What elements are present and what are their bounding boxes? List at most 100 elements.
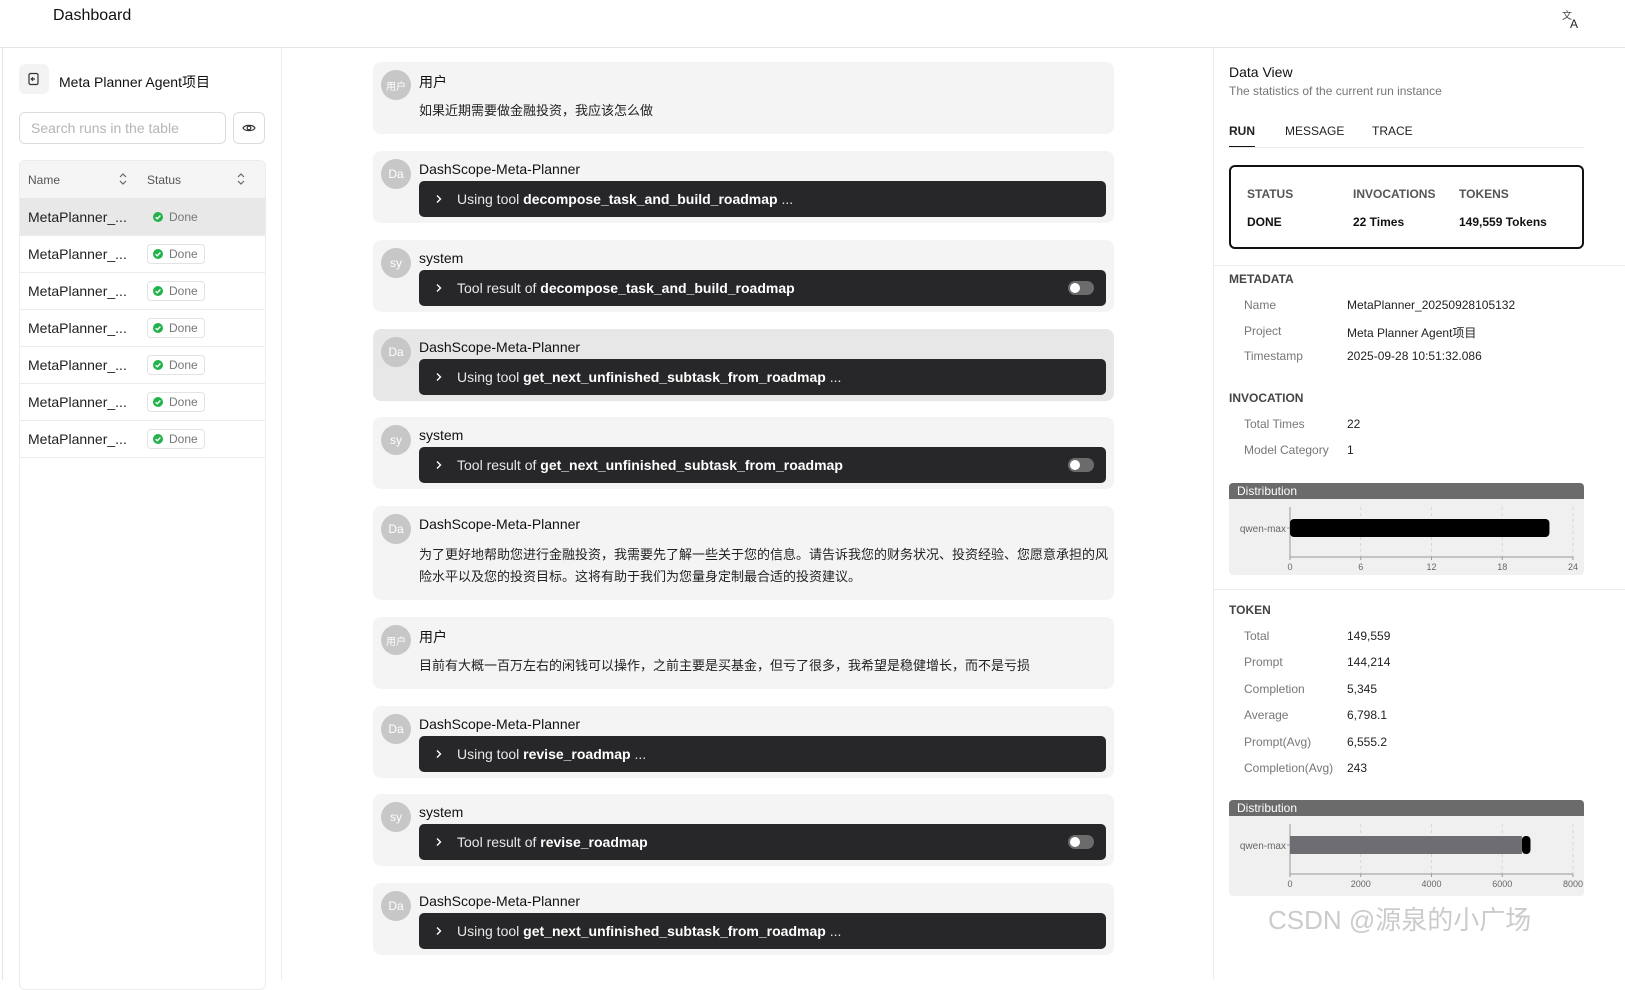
table-row[interactable]: MetaPlanner_... Done	[20, 310, 265, 347]
tab-run[interactable]: RUN	[1229, 124, 1255, 148]
invocation-total-label: Total Times	[1244, 417, 1305, 431]
distribution-title: Distribution	[1229, 800, 1584, 816]
tool-call-block[interactable]: Using tool get_next_unfinished_subtask_f…	[419, 913, 1106, 949]
token-value: 5,345	[1347, 681, 1378, 696]
status-text: Done	[169, 321, 198, 335]
table-row[interactable]: MetaPlanner_... Done	[20, 347, 265, 384]
tool-function-name: get_next_unfinished_subtask_from_roadmap	[523, 369, 826, 385]
search-runs-input[interactable]	[19, 112, 226, 144]
tool-label: Tool result of get_next_unfinished_subta…	[457, 457, 843, 473]
tokens-label: TOKENS	[1459, 187, 1509, 201]
avatar: Da	[381, 159, 411, 189]
table-row[interactable]: MetaPlanner_... Done	[20, 273, 265, 310]
check-circle-icon	[153, 397, 163, 407]
check-circle-icon	[153, 249, 163, 259]
column-header-name[interactable]: Name	[28, 173, 60, 187]
status-badge: Done	[147, 281, 205, 301]
table-row[interactable]: MetaPlanner_... Done	[20, 384, 265, 421]
x-tick-label: 12	[1426, 562, 1436, 572]
tool-label: Tool result of revise_roadmap	[457, 834, 648, 850]
x-tick-label: 0	[1287, 879, 1292, 889]
chevron-right-icon	[436, 284, 442, 292]
data-view-panel: Data View The statistics of the current …	[1213, 48, 1625, 980]
tool-label: Using tool get_next_unfinished_subtask_f…	[457, 923, 841, 939]
run-name: MetaPlanner_...	[28, 320, 127, 336]
column-header-status[interactable]: Status	[147, 173, 181, 187]
avatar: 用户	[381, 70, 411, 100]
status-badge: Done	[147, 392, 205, 412]
token-value: 149,559	[1347, 629, 1391, 643]
meta-timestamp-label: Timestamp	[1244, 349, 1303, 363]
tool-prefix: Using tool	[457, 191, 520, 207]
meta-timestamp-value: 2025-09-28 10:51:32.086	[1347, 349, 1482, 363]
category-label: qwen-max	[1240, 841, 1286, 852]
translate-icon[interactable]: 文 A	[1561, 8, 1583, 31]
tool-result-block[interactable]: Tool result of decompose_task_and_build_…	[419, 270, 1106, 306]
message-text: 为了更好地帮助您进行金融投资，我需要先了解一些关于您的信息。请告诉我您的财务状况…	[419, 547, 1109, 584]
tool-call-block[interactable]: Using tool decompose_task_and_build_road…	[419, 181, 1106, 217]
tool-prefix: Tool result of	[457, 280, 537, 296]
tool-prefix: Tool result of	[457, 834, 537, 850]
tool-call-block[interactable]: Using tool revise_roadmap ...	[419, 736, 1106, 772]
result-toggle[interactable]	[1068, 458, 1094, 472]
status-badge: Done	[147, 207, 205, 227]
bar	[1521, 836, 1531, 854]
message-sender: DashScope-Meta-Planner	[419, 716, 581, 732]
x-tick-label: 2000	[1351, 879, 1371, 889]
tab-trace[interactable]: TRACE	[1372, 124, 1413, 138]
x-tick-label: 8000	[1563, 879, 1583, 889]
result-toggle[interactable]	[1068, 835, 1094, 849]
section-divider	[1214, 589, 1625, 590]
chevron-right-icon	[436, 461, 442, 469]
status-badge: Done	[147, 355, 205, 375]
exit-project-button[interactable]	[19, 64, 49, 94]
x-tick-label: 6000	[1492, 879, 1512, 889]
message-card: 用户 用户 如果近期需要做金融投资，我应该怎么做	[373, 62, 1114, 134]
table-row[interactable]: MetaPlanner_... Done	[20, 421, 265, 458]
invocations-value: 22 Times	[1353, 215, 1405, 229]
chevron-right-icon	[436, 838, 442, 846]
tool-ellipsis: ...	[781, 191, 794, 207]
run-name: MetaPlanner_...	[28, 283, 127, 299]
tab-message[interactable]: MESSAGE	[1285, 124, 1344, 138]
exit-icon	[28, 72, 39, 86]
tool-function-name: decompose_task_and_build_roadmap	[523, 191, 778, 207]
message-card: sy system Tool result of decompose_task_an…	[373, 240, 1114, 312]
metadata-heading: METADATA	[1229, 272, 1294, 286]
message-card: Da DashScope-Meta-Planner Using tool get_n…	[373, 329, 1114, 401]
token-heading: TOKEN	[1229, 603, 1271, 617]
tool-function-name: decompose_task_and_build_roadmap	[540, 280, 795, 296]
check-circle-icon	[153, 434, 163, 444]
message-sender: system	[419, 804, 464, 820]
sort-icon[interactable]	[118, 172, 128, 186]
run-name: MetaPlanner_...	[28, 357, 127, 373]
x-tick-label: 6	[1358, 562, 1363, 572]
check-circle-icon	[153, 212, 163, 222]
table-row[interactable]: MetaPlanner_... Done	[20, 236, 265, 273]
sort-icon[interactable]	[236, 172, 246, 186]
token-label: Prompt(Avg)	[1244, 734, 1312, 749]
result-toggle[interactable]	[1068, 281, 1094, 295]
tool-result-block[interactable]: Tool result of get_next_unfinished_subta…	[419, 447, 1106, 483]
message-card: Da DashScope-Meta-Planner Using tool revis…	[373, 706, 1114, 778]
message-sender: system	[419, 427, 464, 443]
message-card: 用户 用户 目前有大概一百万左右的闲钱可以操作，之前主要是买基金，但亏了很多，我希望…	[373, 617, 1114, 689]
tool-call-block[interactable]: Using tool get_next_unfinished_subtask_f…	[419, 359, 1106, 395]
tool-prefix: Tool result of	[457, 457, 537, 473]
token-label: Prompt	[1244, 655, 1283, 670]
invocation-distribution-chart: Distribution qwen-max 0 6 12 18 24	[1229, 483, 1584, 575]
column-visibility-button[interactable]	[233, 112, 265, 144]
tool-result-block[interactable]: Tool result of revise_roadmap	[419, 824, 1106, 860]
x-tick-label: 18	[1497, 562, 1507, 572]
status-text: Done	[169, 432, 198, 446]
token-label: Average	[1244, 708, 1289, 723]
table-row[interactable]: MetaPlanner_... Done	[20, 199, 265, 236]
token-value: 144,214	[1347, 655, 1391, 670]
message-text: 目前有大概一百万左右的闲钱可以操作，之前主要是买基金，但亏了很多，我希望是稳健增…	[419, 658, 1031, 673]
table-header: Name Status	[20, 161, 265, 199]
token-distribution-chart: Distribution qwen-max 0 2000 4000 6000 8000	[1229, 800, 1584, 896]
bar	[1290, 836, 1522, 854]
message-sender: 用户	[419, 74, 447, 90]
tool-function-name: get_next_unfinished_subtask_from_roadmap	[523, 923, 826, 939]
message-sender: DashScope-Meta-Planner	[419, 893, 581, 909]
